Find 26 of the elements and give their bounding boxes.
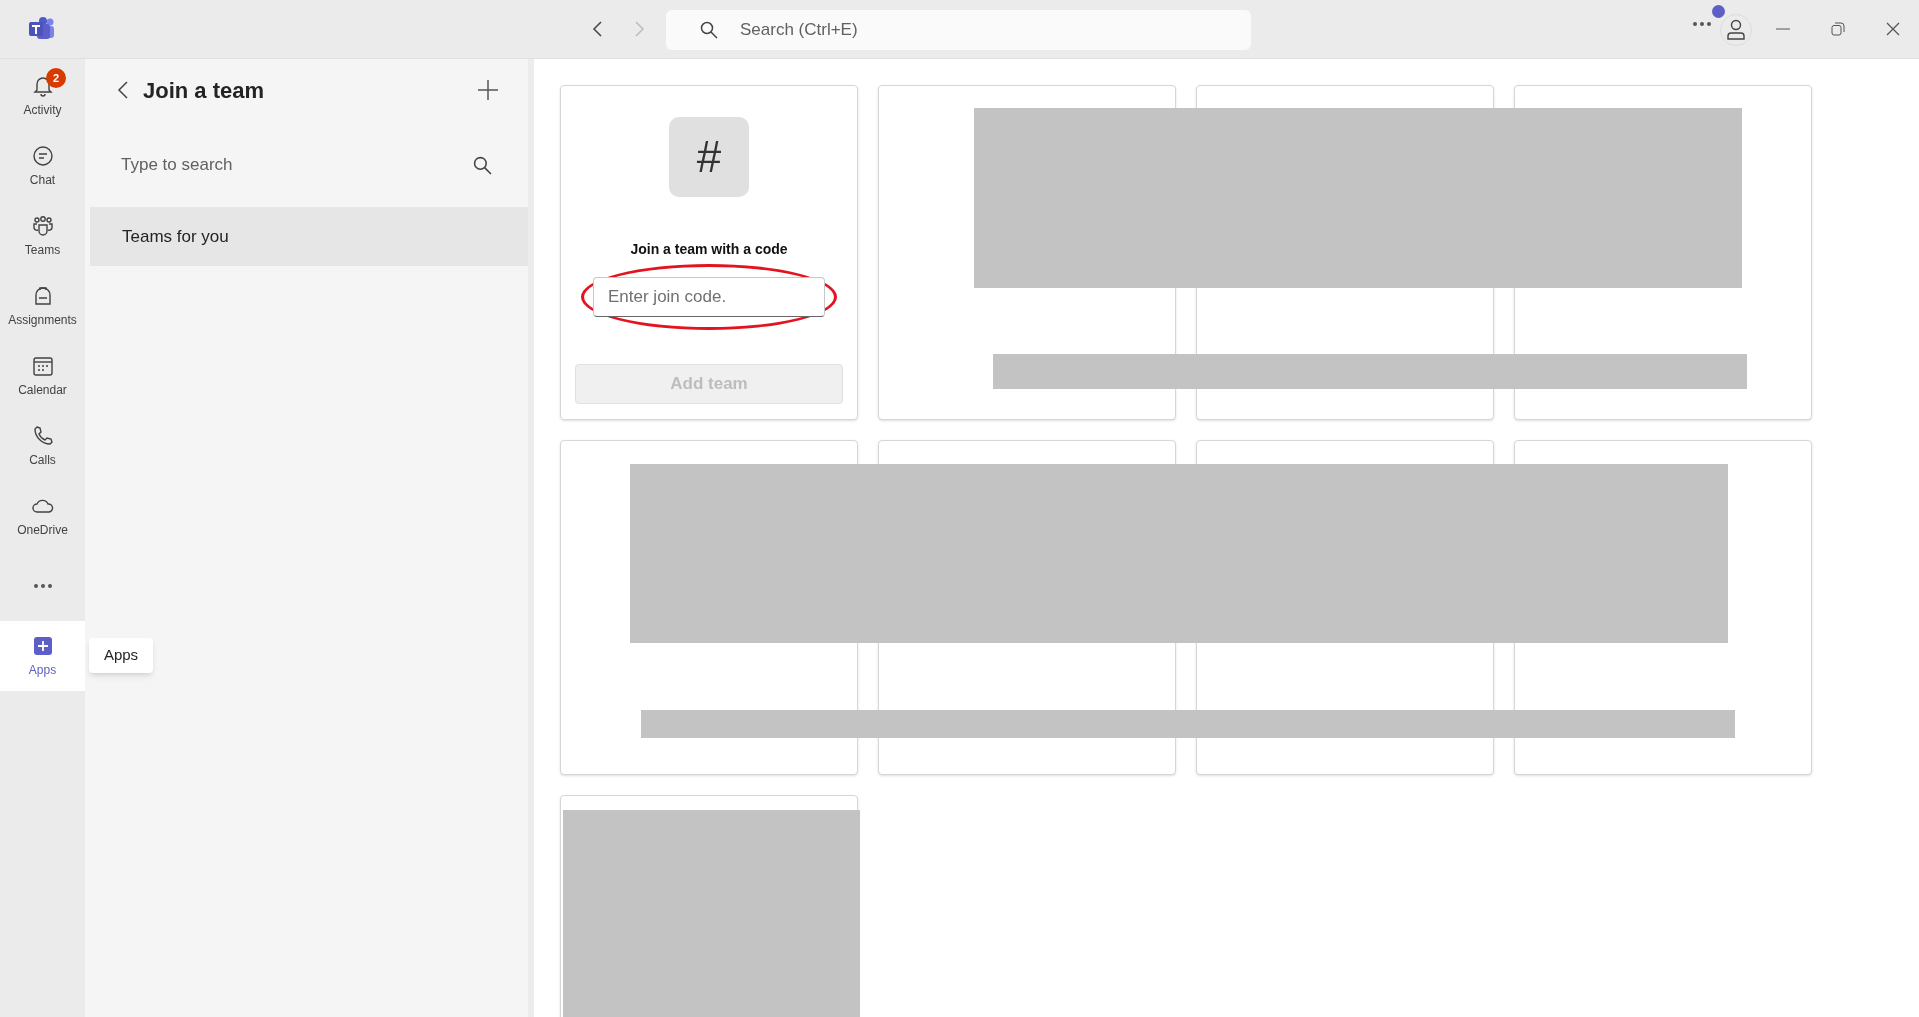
nav-item[interactable]: Calendar [0, 341, 85, 411]
join-code-field[interactable]: Enter join code. [593, 277, 825, 317]
people-icon [30, 213, 55, 238]
nav-item[interactable]: Activity 2 [0, 61, 85, 131]
panel-list-item[interactable]: Teams for you [90, 207, 528, 266]
nav-item[interactable]: Assignments [0, 271, 85, 341]
more-apps-icon[interactable] [33, 584, 52, 588]
hashtag-symbol: # [696, 135, 722, 179]
search-field[interactable]: Type to search [115, 143, 473, 187]
more-options-icon[interactable] [1693, 22, 1711, 26]
search-field[interactable]: Search (Ctrl+E) [666, 10, 1251, 50]
nav-item[interactable]: Teams [0, 201, 85, 271]
teams-logo-icon[interactable] [28, 17, 56, 41]
nav-item[interactable]: Calls [0, 411, 85, 481]
plus-icon[interactable] [478, 80, 498, 100]
search-icon [473, 155, 492, 175]
card-heading: Join a team with a code [630, 240, 788, 259]
notification-badge: 2 [46, 68, 66, 88]
nav-item[interactable]: OneDrive [0, 481, 85, 551]
close-icon[interactable] [1886, 22, 1900, 36]
chat-icon [30, 143, 55, 168]
restore-icon[interactable] [1831, 22, 1845, 36]
nav-item[interactable]: Chat [0, 131, 85, 201]
tooltip: Apps [89, 638, 153, 673]
panel-title: Join a team [143, 76, 265, 105]
search-icon [700, 21, 718, 39]
